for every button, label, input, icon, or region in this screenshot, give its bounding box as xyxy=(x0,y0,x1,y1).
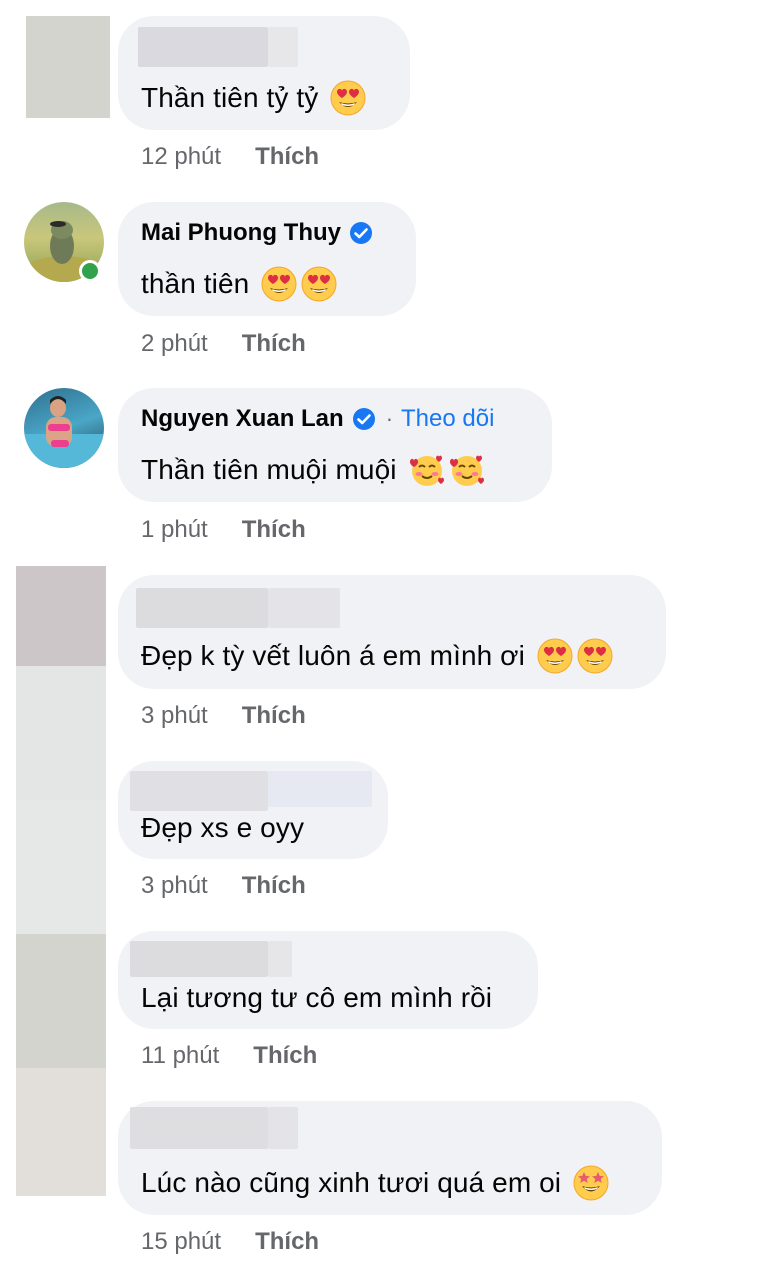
avatar[interactable] xyxy=(24,388,104,468)
like-button[interactable]: Thích xyxy=(253,1042,317,1070)
comment-meta: 3 phút Thích xyxy=(141,872,306,900)
like-button[interactable]: Thích xyxy=(255,1228,319,1256)
comment-text: Đẹp k tỳ vết luôn á em mình ơi xyxy=(141,638,613,674)
online-status-indicator xyxy=(79,260,101,282)
timestamp[interactable]: 2 phút xyxy=(141,330,208,358)
author-name-blurred-tail xyxy=(268,588,340,628)
like-button[interactable]: Thích xyxy=(255,143,319,171)
author-name-blurred-tail xyxy=(268,771,372,807)
author-name-blurred[interactable] xyxy=(130,941,268,977)
timestamp[interactable]: 1 phút xyxy=(141,516,208,544)
comment-text: thần tiên xyxy=(141,266,337,302)
comment-text: Lúc nào cũng xinh tươi quá em oi xyxy=(141,1165,609,1201)
heart-eyes-icon xyxy=(330,80,366,116)
like-button[interactable]: Thích xyxy=(242,330,306,358)
comment-text: Thần tiên tỷ tỷ xyxy=(141,80,366,116)
follow-button[interactable]: Theo dõi xyxy=(401,405,494,433)
timestamp[interactable]: 3 phút xyxy=(141,872,208,900)
author-name[interactable]: Mai Phuong Thuy xyxy=(141,219,373,247)
comment-meta: 12 phút Thích xyxy=(141,143,319,171)
like-button[interactable]: Thích xyxy=(242,872,306,900)
comment-meta: 1 phút Thích xyxy=(141,516,306,544)
heart-eyes-icon xyxy=(577,638,613,674)
timestamp[interactable]: 11 phút xyxy=(141,1042,219,1070)
author-name-blurred[interactable] xyxy=(136,588,268,628)
author-name-blurred-tail xyxy=(268,1107,298,1149)
verified-badge-icon xyxy=(349,221,373,245)
smiling-face-with-hearts-icon xyxy=(409,452,445,488)
smiling-face-with-hearts-icon xyxy=(449,452,485,488)
avatar-blurred[interactable] xyxy=(16,566,106,666)
comment-text: Thần tiên muội muội xyxy=(141,452,485,488)
comment-meta: 2 phút Thích xyxy=(141,330,306,358)
avatar-blurred[interactable] xyxy=(16,800,106,934)
timestamp[interactable]: 12 phút xyxy=(141,143,221,171)
author-name-blurred-tail xyxy=(268,941,292,977)
avatar-blurred[interactable] xyxy=(16,1068,106,1196)
timestamp[interactable]: 3 phút xyxy=(141,702,208,730)
avatar-blurred[interactable] xyxy=(16,934,106,1068)
comment-meta: 15 phút Thích xyxy=(141,1228,319,1256)
heart-eyes-icon xyxy=(301,266,337,302)
timestamp[interactable]: 15 phút xyxy=(141,1228,221,1256)
author-name-blurred-tail xyxy=(268,27,298,67)
heart-eyes-icon xyxy=(261,266,297,302)
verified-badge-icon xyxy=(352,407,376,431)
star-struck-icon xyxy=(573,1165,609,1201)
comment-text: Đẹp xs e oyy xyxy=(141,812,305,843)
author-name[interactable]: Nguyen Xuan Lan · Theo dõi xyxy=(141,405,494,433)
like-button[interactable]: Thích xyxy=(242,702,306,730)
comment-meta: 11 phút Thích xyxy=(141,1042,317,1070)
avatar-blurred[interactable] xyxy=(16,666,106,800)
heart-eyes-icon xyxy=(537,638,573,674)
separator: · xyxy=(385,406,394,431)
author-name-blurred[interactable] xyxy=(138,27,268,67)
like-button[interactable]: Thích xyxy=(242,516,306,544)
avatar-blurred[interactable] xyxy=(26,16,110,118)
author-name-blurred[interactable] xyxy=(130,1107,268,1149)
author-name-blurred[interactable] xyxy=(130,771,268,811)
comment-text: Lại tương tư cô em mình rồi xyxy=(141,982,493,1013)
comment-meta: 3 phút Thích xyxy=(141,702,306,730)
